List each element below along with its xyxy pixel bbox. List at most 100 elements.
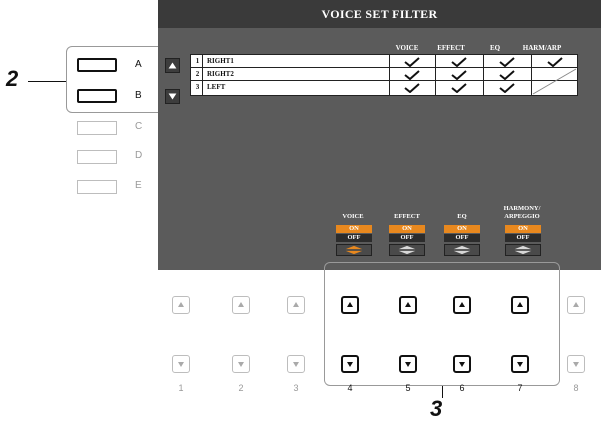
slider-icon[interactable] [389,244,425,256]
side-label-e: E [135,180,142,191]
button-4-down[interactable] [341,355,359,373]
check-icon[interactable] [546,57,564,67]
button-number-4: 4 [347,383,353,393]
check-icon[interactable] [403,70,421,80]
off-option[interactable]: OFF [505,234,541,242]
side-button-c[interactable] [77,121,117,135]
toggle-harmony-arpeggio[interactable]: ON OFF [505,225,541,259]
column-header-effect: EFFECT [437,44,465,52]
check-icon[interactable] [403,57,421,67]
button-2-down[interactable] [232,355,250,373]
part-row-right1[interactable]: 1 RIGHT1 [191,55,577,68]
disabled-cell-icon [532,68,577,95]
side-label-d: D [135,150,143,161]
button-4-up[interactable] [341,296,359,314]
button-6-up[interactable] [453,296,471,314]
off-option[interactable]: OFF [444,234,480,242]
table-divider [389,55,390,95]
button-8-down[interactable] [567,355,585,373]
scroll-up-icon[interactable] [165,58,180,73]
up-arrow-icon [238,302,244,307]
toggle-effect[interactable]: ON OFF [389,225,425,259]
toggle-label-harmony-arpeggio: HARMONY/ ARPEGGIO [503,205,541,220]
side-label-a: A [135,59,142,70]
slider-icon[interactable] [336,244,372,256]
callout-2-leader [28,81,66,82]
toggle-eq[interactable]: ON OFF [444,225,480,259]
table-divider [483,55,484,95]
down-arrow-icon [347,362,353,367]
button-number-2: 2 [238,383,244,393]
screen-title: VOICE SET FILTER [158,0,601,28]
up-arrow-icon [178,302,184,307]
side-button-a[interactable] [77,58,117,72]
button-number-5: 5 [405,383,411,393]
up-arrow-icon [347,302,353,307]
on-option[interactable]: ON [389,225,425,233]
button-number-6: 6 [459,383,465,393]
button-5-up[interactable] [399,296,417,314]
on-option[interactable]: ON [505,225,541,233]
side-button-e[interactable] [77,180,117,194]
up-arrow-icon [517,302,523,307]
check-icon[interactable] [498,83,516,93]
on-option[interactable]: ON [336,225,372,233]
side-button-b[interactable] [77,89,117,103]
part-number: 3 [195,83,200,91]
button-2-up[interactable] [232,296,250,314]
part-row-left[interactable]: 3 LEFT [191,81,577,94]
button-5-down[interactable] [399,355,417,373]
up-arrow-icon [573,302,579,307]
check-icon[interactable] [403,83,421,93]
down-arrow-icon [405,362,411,367]
off-option[interactable]: OFF [336,234,372,242]
scroll-down-icon[interactable] [165,89,180,104]
toggle-label-eq: EQ [457,213,467,220]
button-3-up[interactable] [287,296,305,314]
slider-icon[interactable] [505,244,541,256]
column-header-eq: EQ [489,44,501,52]
check-icon[interactable] [450,83,468,93]
part-table: 1 RIGHT1 2 RIGHT2 3 LEFT [190,54,578,96]
button-8-up[interactable] [567,296,585,314]
toggle-voice[interactable]: ON OFF [336,225,372,259]
part-name: LEFT [207,83,226,91]
button-7-down[interactable] [511,355,529,373]
down-arrow-icon [238,362,244,367]
down-arrow-icon [573,362,579,367]
side-label-c: C [135,121,143,132]
button-number-7: 7 [517,383,523,393]
down-arrow-icon [459,362,465,367]
callout-2: 2 [6,66,19,91]
check-icon[interactable] [498,70,516,80]
on-option[interactable]: ON [444,225,480,233]
part-name: RIGHT1 [207,57,234,65]
table-divider [435,55,436,95]
toggle-label-effect: EFFECT [394,213,420,220]
table-divider [202,55,203,95]
button-1-down[interactable] [172,355,190,373]
button-number-8: 8 [573,383,579,393]
part-row-right2[interactable]: 2 RIGHT2 [191,68,577,81]
column-header-harm-arp: HARM/ARP [522,44,562,52]
up-arrow-icon [405,302,411,307]
part-name: RIGHT2 [207,70,234,78]
button-7-up[interactable] [511,296,529,314]
button-6-down[interactable] [453,355,471,373]
part-number: 2 [195,70,200,78]
down-arrow-icon [178,362,184,367]
off-option[interactable]: OFF [389,234,425,242]
toggle-label-voice: VOICE [342,213,364,220]
check-icon[interactable] [450,70,468,80]
check-icon[interactable] [450,57,468,67]
up-arrow-icon [459,302,465,307]
slider-icon[interactable] [444,244,480,256]
callout-3: 3 [430,396,443,421]
side-button-d[interactable] [77,150,117,164]
button-1-up[interactable] [172,296,190,314]
button-number-1: 1 [178,383,184,393]
check-icon[interactable] [498,57,516,67]
button-3-down[interactable] [287,355,305,373]
part-number: 1 [195,57,200,65]
down-arrow-icon [517,362,523,367]
